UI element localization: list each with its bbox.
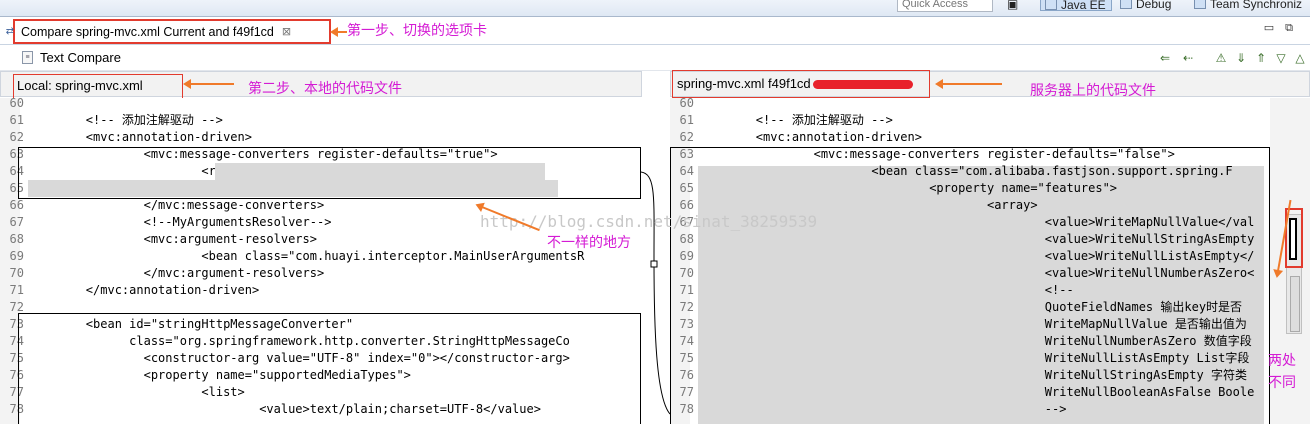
line-number: 62 [679,130,694,144]
code-line: 61 <!-- 添加注解驱动 --> [0,112,640,129]
code-text: <!-- 添加注解驱动 --> [28,113,223,127]
next-difference-icon[interactable]: ⇓ [1233,50,1249,66]
code-line: 71 </mvc:annotation-driven> [0,282,640,299]
line-number: 70 [9,266,24,280]
perspective-team-sync[interactable]: Team Synchroniz [1194,0,1302,11]
previous-change-icon[interactable]: △ [1292,50,1308,66]
annotation-server: 服务器上的代码文件 [1030,83,1156,99]
line-number: 61 [9,113,24,127]
debug-icon [1120,0,1132,9]
overview-diff-marker[interactable] [1290,276,1300,332]
perspective-java-ee[interactable]: Java EE [1040,0,1112,12]
code-line: 62 <mvc:annotation-driven> [670,129,1264,146]
next-change-icon[interactable]: ▽ [1273,50,1289,66]
code-line: 68 <mvc:argument-resolvers> [0,231,640,248]
diff-block-right [670,147,1270,424]
annotation-step2: 第二步、本地的代码文件 [248,81,402,97]
code-line: 70 </mvc:argument-resolvers> [0,265,640,282]
annotation-step1: 第一步、切换的选项卡 [347,23,487,39]
team-sync-icon [1194,0,1206,9]
code-text: <!--MyArgumentsResolver--> [28,215,332,229]
line-number: 61 [679,113,694,127]
code-line: 60 [670,98,1264,112]
local-file-label: Local: spring-mvc.xml [13,74,183,100]
line-number: 60 [679,98,694,110]
code-line: 62 <mvc:annotation-driven> [0,129,640,146]
code-line: 60 [0,98,640,112]
warning-icon[interactable]: ⚠ [1213,50,1229,66]
quick-access-input[interactable]: Quick Access [897,0,993,12]
code-text: <mvc:annotation-driven> [698,130,922,144]
compare-toolbar [0,46,1310,71]
annotation-arrow [183,79,234,89]
copy-right-to-left-icon[interactable]: ⇐ [1157,50,1173,66]
diff-block-left-2 [18,313,641,424]
line-number: 71 [9,283,24,297]
maximize-icon[interactable]: ⧉ [1282,22,1296,34]
text-compare-icon: ≡ [22,51,33,64]
line-number: 68 [9,232,24,246]
line-number: 60 [9,98,24,110]
annotation-arrow [330,27,347,37]
java-ee-icon [1045,0,1057,10]
annotation-two-diff-2: 不同 [1268,375,1296,391]
watermark: http://blog.csdn.net/sinat_38259539 [480,212,818,231]
perspective-bar [0,0,1310,17]
compare-file-icon: ⇄ [5,26,15,37]
text-compare-label: Text Compare [40,50,121,65]
code-text: <bean class="com.huayi.interceptor.MainU… [28,249,585,263]
code-text: </mvc:argument-resolvers> [28,266,325,280]
line-number: 67 [9,215,24,229]
diff-connector [640,171,670,415]
copy-current-change-icon[interactable]: ⇠ [1180,50,1196,66]
line-number: 69 [9,249,24,263]
previous-difference-icon[interactable]: ⇑ [1253,50,1269,66]
code-line: 69 <bean class="com.huayi.interceptor.Ma… [0,248,640,265]
redacted-author [812,80,913,90]
line-number: 66 [9,198,24,212]
code-text: <!-- 添加注解驱动 --> [698,113,893,127]
code-line: 61 <!-- 添加注解驱动 --> [670,112,1264,129]
editor-tab-compare[interactable]: ⇄ Compare spring-mvc.xml Current and f49… [6,19,331,44]
diff-block-left [18,147,641,199]
minimize-icon[interactable]: ▭ [1262,22,1276,34]
line-number: 62 [9,130,24,144]
annotation-diff: 不一样的地方 [547,235,631,251]
code-text: </mvc:annotation-driven> [28,283,260,297]
code-text: <mvc:annotation-driven> [28,130,252,144]
annotation-two-diff-1: 两处 [1268,353,1296,369]
annotation-arrow [935,79,1002,89]
remote-file-label: spring-mvc.xml f49f1cd [672,70,930,98]
code-text: <mvc:argument-resolvers> [28,232,317,246]
perspective-debug[interactable]: Debug [1120,0,1171,11]
close-icon[interactable]: ⊠ [282,25,291,38]
open-perspective-icon[interactable]: ▣ [1007,0,1018,11]
code-text: </mvc:message-converters> [28,198,325,212]
